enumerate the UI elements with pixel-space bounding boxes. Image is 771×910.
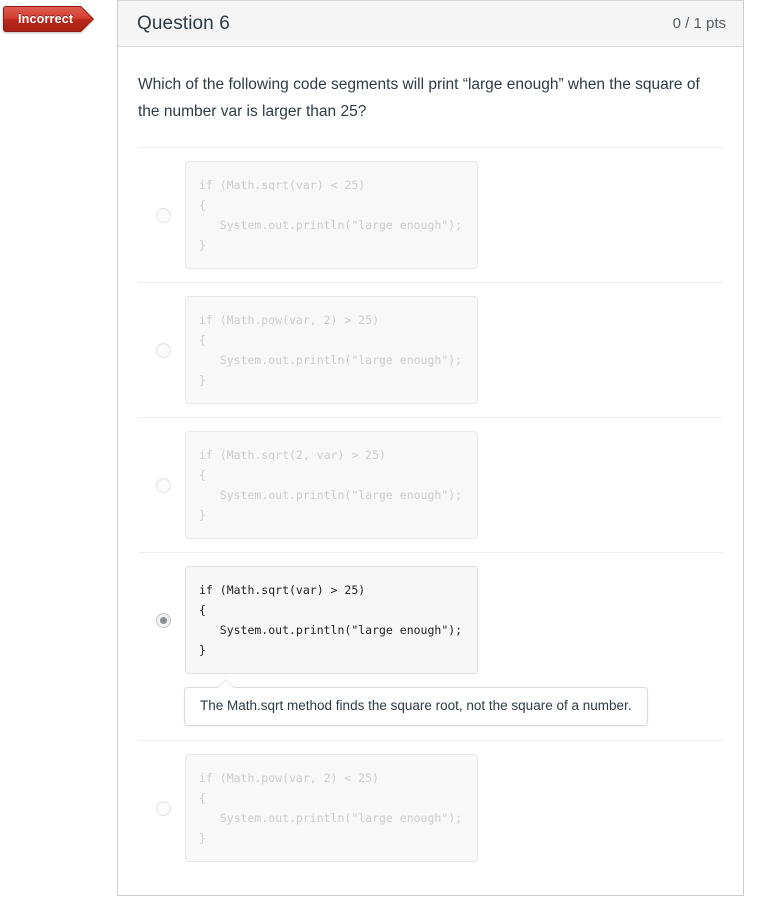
answer-code-1: if (Math.sqrt(var) < 25) { System.out.pr… [185,161,479,269]
radio-button-4[interactable] [156,612,171,628]
answer-option-1[interactable]: if (Math.sqrt(var) < 25) { System.out.pr… [138,147,723,282]
answer-list: if (Math.sqrt(var) < 25) { System.out.pr… [138,147,723,875]
answer-code-5: if (Math.pow(var, 2) < 25) { System.out.… [185,754,479,862]
answer-option-5[interactable]: if (Math.pow(var, 2) < 25) { System.out.… [138,740,723,875]
question-title: Question 6 [137,12,230,34]
radio-button-2[interactable] [156,342,171,358]
status-badge-incorrect: Incorrect [3,6,95,32]
answer-code-3: if (Math.sqrt(2, var) > 25) { System.out… [185,431,479,539]
radio-button-5[interactable] [156,800,171,816]
radio-button-3[interactable] [156,477,171,493]
answer-feedback-container: The Math.sqrt method finds the square ro… [138,679,723,740]
status-badge-label: Incorrect [3,6,80,32]
answer-code-2: if (Math.pow(var, 2) > 25) { System.out.… [185,296,479,404]
answer-option-2[interactable]: if (Math.pow(var, 2) > 25) { System.out.… [138,282,723,417]
question-prompt: Which of the following code segments wil… [138,76,700,120]
radio-button-1[interactable] [156,207,171,223]
answer-option-4[interactable]: if (Math.sqrt(var) > 25) { System.out.pr… [138,552,723,687]
question-body: Which of the following code segments wil… [118,47,743,875]
answer-feedback-text: The Math.sqrt method finds the square ro… [184,679,648,726]
answer-option-3[interactable]: if (Math.sqrt(2, var) > 25) { System.out… [138,417,723,552]
status-badge-arrow [79,6,95,32]
question-container: Question 6 0 / 1 pts Which of the follow… [117,0,744,896]
answer-code-4: if (Math.sqrt(var) > 25) { System.out.pr… [185,566,479,674]
question-header: Question 6 0 / 1 pts [118,0,743,47]
question-points: 0 / 1 pts [672,15,726,32]
